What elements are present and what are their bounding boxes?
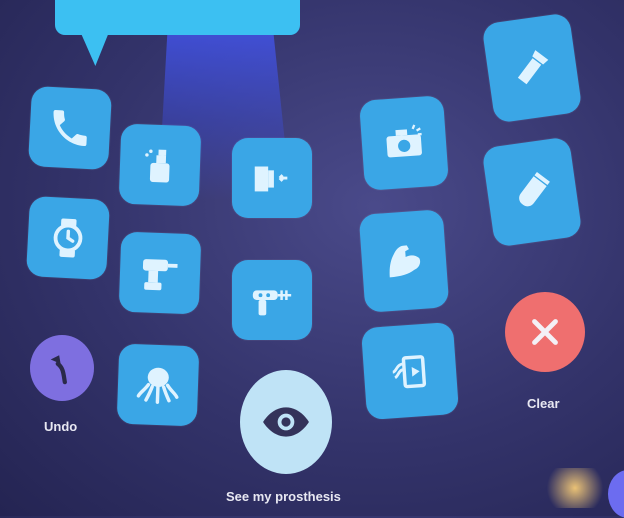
tile-flexed-arm[interactable] [358,209,450,313]
undo-button[interactable] [30,335,94,401]
flashlight-icon [517,50,549,85]
tile-ray-gun[interactable] [232,260,312,340]
usb-drive-icon [519,171,550,207]
edge-button[interactable] [608,470,624,518]
spray-bottle-icon [145,149,170,183]
tile-media-device[interactable] [360,321,460,421]
speech-bubble-tail [78,28,118,66]
ray-gun-icon [252,290,292,316]
ambient-light [540,468,610,508]
eye-icon [263,407,309,437]
drill-icon [142,259,178,291]
clear-button[interactable] [505,292,585,372]
clear-label: Clear [527,396,560,411]
tile-phone[interactable] [27,85,113,171]
phone-icon [53,109,87,147]
undo-label: Undo [44,419,78,434]
flexed-arm-icon [389,245,421,278]
watch-icon [53,218,83,258]
tile-flashlight[interactable] [481,12,583,124]
tile-drill[interactable] [118,231,202,315]
tile-camera[interactable] [358,95,450,191]
tile-usb-drive[interactable] [481,136,583,248]
undo-icon [50,355,67,385]
tile-card-slot[interactable] [232,138,312,218]
see-prosthesis-label: See my prosthesis [226,489,341,504]
tile-watch[interactable] [25,195,111,281]
camera-icon [386,124,422,158]
see-prosthesis-button[interactable] [240,370,332,474]
octopus-icon [136,367,179,404]
close-icon [532,319,558,345]
media-device-icon [392,355,427,389]
card-slot-icon [254,166,288,192]
tile-spray[interactable] [118,123,202,207]
tile-octopus[interactable] [116,343,200,427]
